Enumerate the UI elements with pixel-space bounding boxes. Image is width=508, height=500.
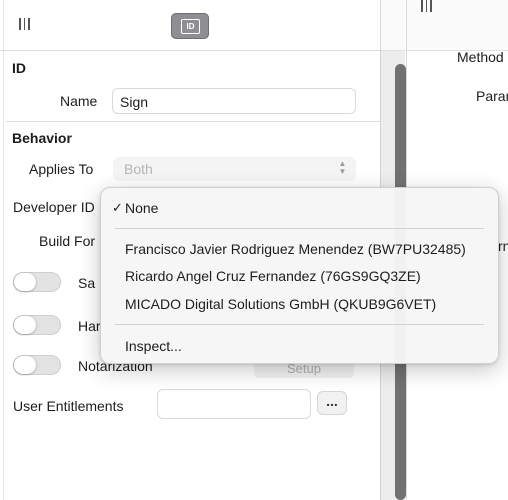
name-field[interactable]: Sign <box>112 88 356 114</box>
more-options-button[interactable]: ... <box>317 391 347 415</box>
id-card-icon: ID <box>181 19 200 34</box>
menu-item-label: MICADO Digital Solutions GmbH (QKUB9G6VE… <box>125 296 437 312</box>
chevron-up-down-icon: ▲ ▼ <box>338 159 347 176</box>
id-inspector-tab[interactable]: ID <box>171 13 209 39</box>
menu-separator <box>115 324 484 325</box>
menu-item-identity[interactable]: MICADO Digital Solutions GmbH (QKUB9G6VE… <box>101 293 498 315</box>
hardened-runtime-label: Har <box>78 318 101 334</box>
menu-item-label: Inspect... <box>125 338 182 354</box>
id-section-title: ID <box>12 60 26 76</box>
toggle-knob <box>14 316 36 334</box>
toggle-knob <box>14 356 36 374</box>
panel-edge <box>3 0 4 500</box>
applies-to-popup[interactable]: Both ▲ ▼ <box>113 157 356 181</box>
menu-item-inspect[interactable]: Inspect... <box>101 335 498 357</box>
applies-to-label: Applies To <box>29 161 94 177</box>
toggle-knob <box>14 273 36 291</box>
checkmark-icon: ✓ <box>112 200 123 215</box>
menu-separator <box>115 228 484 229</box>
hardened-runtime-toggle[interactable] <box>13 315 61 335</box>
section-divider <box>6 121 380 122</box>
sidebar-toggle-icon[interactable] <box>19 18 30 30</box>
sidebar-toggle-icon[interactable] <box>421 0 432 12</box>
developer-id-menu: ✓ None Francisco Javier Rodriguez Menend… <box>100 187 499 364</box>
menu-item-identity[interactable]: Ricardo Angel Cruz Fernandez (76GS9GQ3ZE… <box>101 265 498 287</box>
truncated-label: rn <box>498 238 508 254</box>
behavior-section-title: Behavior <box>12 130 72 146</box>
sandbox-toggle[interactable] <box>13 272 61 292</box>
gutter-header <box>381 0 405 51</box>
menu-item-label: None <box>125 200 159 216</box>
method-label: Method <box>457 49 504 65</box>
notarization-toggle[interactable] <box>13 355 61 375</box>
applies-to-value: Both <box>124 161 153 177</box>
user-entitlements-field[interactable] <box>157 389 311 419</box>
sandbox-label: Sa <box>78 275 96 291</box>
build-for-label: Build For <box>39 233 96 249</box>
developer-id-label: Developer ID <box>13 199 95 215</box>
params-label: Param <box>476 88 508 104</box>
right-toolbar <box>407 0 508 51</box>
user-entitlements-label: User Entitlements <box>13 398 124 414</box>
inspector-toolbar: ID <box>0 0 380 51</box>
menu-item-none[interactable]: ✓ None <box>101 197 498 219</box>
menu-item-label: Ricardo Angel Cruz Fernandez (76GS9GQ3ZE… <box>125 268 421 284</box>
menu-item-identity[interactable]: Francisco Javier Rodriguez Menendez (BW7… <box>101 238 498 260</box>
menu-item-label: Francisco Javier Rodriguez Menendez (BW7… <box>125 241 466 257</box>
name-label: Name <box>60 93 98 109</box>
